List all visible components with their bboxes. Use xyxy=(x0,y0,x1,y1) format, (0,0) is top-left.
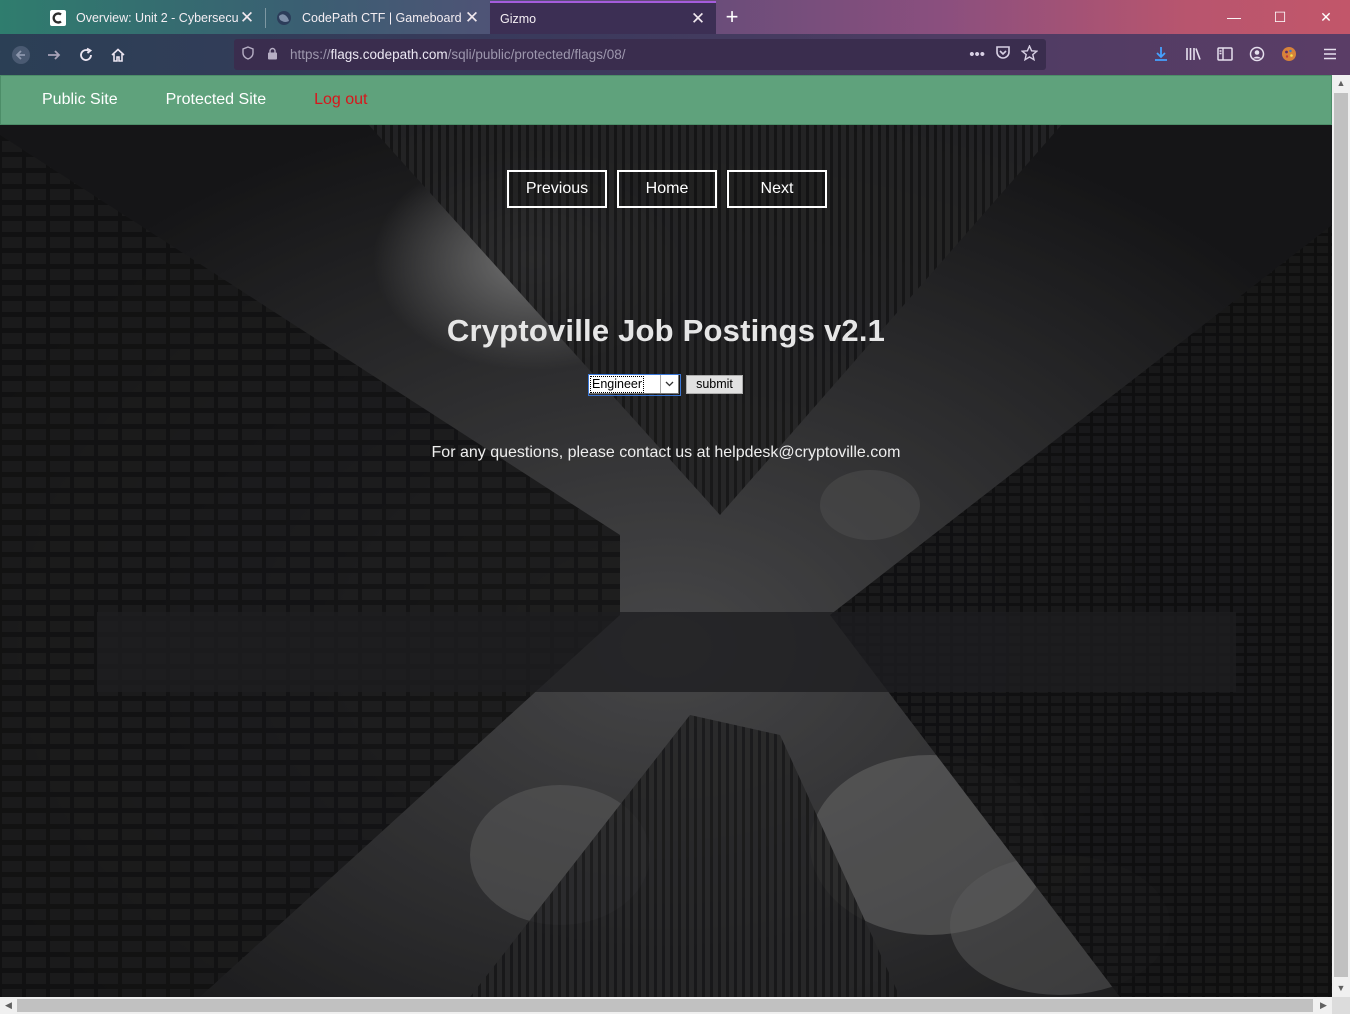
menu-button[interactable] xyxy=(1316,40,1344,68)
browser-titlebar: Overview: Unit 2 - Cybersecurity ✕ CodeP… xyxy=(0,0,1350,34)
protected-site-link[interactable]: Protected Site xyxy=(166,91,267,109)
scroll-down-arrow-icon[interactable]: ▼ xyxy=(1332,980,1350,997)
reload-button[interactable] xyxy=(71,40,101,70)
tab-label: Gizmo xyxy=(500,11,537,26)
sidebar-icon xyxy=(1217,47,1233,61)
page-viewport: Public Site Protected Site Log out Previ… xyxy=(0,75,1332,997)
scroll-left-arrow-icon[interactable]: ◀ xyxy=(0,997,17,1014)
submit-button[interactable]: submit xyxy=(686,374,743,394)
maximize-button[interactable]: ☐ xyxy=(1257,0,1303,34)
library-button[interactable] xyxy=(1179,40,1207,68)
codepath-c-icon xyxy=(50,9,66,26)
account-icon xyxy=(1249,46,1265,62)
vertical-scrollbar[interactable]: ▲ ▼ xyxy=(1332,75,1350,997)
tab-label: Overview: Unit 2 - Cybersecurity xyxy=(76,10,239,25)
url-actions: ••• xyxy=(969,39,1039,70)
browser-toolbar: https://flags.codepath.com/sqli/public/p… xyxy=(0,34,1350,75)
chevron-down-icon[interactable] xyxy=(660,375,678,393)
address-bar[interactable]: https://flags.codepath.com/sqli/public/p… xyxy=(234,39,1046,70)
pocket-icon[interactable] xyxy=(995,45,1011,64)
reload-icon xyxy=(80,47,93,61)
extension-button[interactable] xyxy=(1275,40,1303,68)
url-text: https://flags.codepath.com/sqli/public/p… xyxy=(290,47,626,62)
scrollbar-corner xyxy=(1332,997,1350,1014)
scroll-right-arrow-icon[interactable]: ▶ xyxy=(1315,997,1332,1014)
contact-text: For any questions, please contact us at … xyxy=(431,444,901,461)
download-icon xyxy=(1155,47,1167,61)
tab-ctf-gameboard[interactable]: CodePath CTF | Gameboard ✕ xyxy=(266,1,490,34)
next-button[interactable]: Next xyxy=(727,170,827,208)
bookmark-star-icon[interactable] xyxy=(1020,43,1039,65)
page-actions-icon[interactable]: ••• xyxy=(969,46,985,63)
results-panel xyxy=(97,612,1236,692)
close-window-button[interactable]: ✕ xyxy=(1303,0,1349,34)
home-button-page[interactable]: Home xyxy=(617,170,717,208)
forward-arrow-icon xyxy=(48,50,61,60)
site-nav-bar: Public Site Protected Site Log out xyxy=(0,75,1332,125)
back-arrow-icon xyxy=(12,46,30,64)
hamburger-menu-icon xyxy=(1324,48,1336,60)
previous-button[interactable]: Previous xyxy=(507,170,607,208)
horizontal-scroll-thumb[interactable] xyxy=(17,999,1313,1012)
job-search-form: Engineer submit xyxy=(588,373,743,396)
page-title: Cryptoville Job Postings v2.1 xyxy=(446,313,886,348)
sidebar-button[interactable] xyxy=(1211,40,1239,68)
tab-gizmo[interactable]: Gizmo ✕ xyxy=(490,1,716,34)
forward-button[interactable] xyxy=(39,40,69,70)
vertical-scroll-thumb[interactable] xyxy=(1334,93,1348,977)
ctf-globe-icon xyxy=(276,10,292,26)
home-button[interactable] xyxy=(103,40,133,70)
logout-link[interactable]: Log out xyxy=(314,91,367,109)
scroll-up-arrow-icon[interactable]: ▲ xyxy=(1332,75,1350,92)
tab-label: CodePath CTF | Gameboard xyxy=(302,10,462,25)
home-icon xyxy=(111,48,125,62)
account-button[interactable] xyxy=(1243,40,1271,68)
skyscrapers-background-image xyxy=(0,75,1332,997)
job-type-select[interactable]: Engineer xyxy=(588,374,681,396)
horizontal-scrollbar[interactable]: ◀ ▶ xyxy=(0,997,1332,1014)
minimize-button[interactable]: — xyxy=(1211,0,1257,34)
tab-overview[interactable]: Overview: Unit 2 - Cybersecurity ✕ xyxy=(40,1,265,34)
lock-icon[interactable] xyxy=(262,47,282,63)
extension-icon xyxy=(1282,47,1296,61)
close-tab-icon[interactable]: ✕ xyxy=(690,10,706,27)
library-icon xyxy=(1185,48,1201,60)
download-button[interactable] xyxy=(1147,40,1175,68)
close-tab-icon[interactable]: ✕ xyxy=(464,9,480,26)
back-button[interactable] xyxy=(6,40,36,70)
close-tab-icon[interactable]: ✕ xyxy=(239,9,255,26)
public-site-link[interactable]: Public Site xyxy=(42,91,118,109)
tracking-shield-icon[interactable] xyxy=(238,46,258,63)
new-tab-button[interactable]: + xyxy=(720,4,744,30)
job-type-selected-value: Engineer xyxy=(589,375,645,393)
